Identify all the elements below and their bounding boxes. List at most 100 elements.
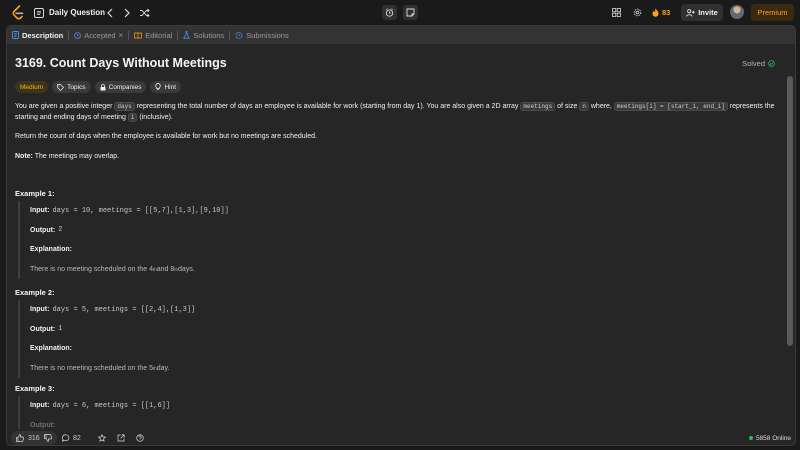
comments-button[interactable]: 82 bbox=[62, 431, 81, 445]
example-input: Input: days = 5, meetings = [[2,4],[1,3]… bbox=[30, 300, 778, 320]
example-explanation-text: There is no meeting scheduled on the 5th… bbox=[30, 359, 778, 379]
close-icon[interactable]: × bbox=[119, 31, 124, 40]
text: representing the total number of days an… bbox=[134, 103, 521, 110]
shuffle-icon[interactable] bbox=[139, 4, 150, 21]
panel-tabs: Description Accepted × Editorial Solutio… bbox=[7, 26, 795, 44]
settings-gear-icon[interactable] bbox=[633, 4, 642, 21]
daily-question-label: Daily Question bbox=[49, 8, 106, 17]
tab-accepted[interactable]: Accepted × bbox=[69, 26, 128, 44]
scrollbar-thumb[interactable] bbox=[787, 76, 793, 346]
example-input: Input: days = 10, meetings = [[5,7],[1,3… bbox=[30, 201, 778, 221]
note-label: Note: bbox=[15, 153, 33, 160]
input-label: Input: bbox=[30, 306, 50, 314]
example-output: Output: 2 bbox=[30, 221, 778, 241]
thumbs-up-icon[interactable] bbox=[16, 434, 24, 442]
bottom-bar: 316 82 5858 Online bbox=[7, 429, 795, 445]
text: days. bbox=[178, 265, 195, 273]
example-2-title: Example 2: bbox=[15, 288, 55, 297]
input-value: days = 10, meetings = [[5,7],[1,3],[9,10… bbox=[52, 206, 229, 215]
example-3-title: Example 3: bbox=[15, 384, 55, 393]
lock-icon bbox=[100, 83, 106, 90]
online-count: 5858 Online bbox=[755, 434, 791, 442]
inline-code: n bbox=[579, 102, 589, 111]
help-icon[interactable] bbox=[136, 431, 144, 445]
timer-icon[interactable] bbox=[382, 5, 397, 20]
explanation-label: Explanation: bbox=[30, 345, 73, 353]
problem-list-icon[interactable] bbox=[34, 4, 44, 21]
input-label: Input: bbox=[30, 207, 50, 215]
example-3-block: Input: days = 6, meetings = [[1,6]] Outp… bbox=[18, 396, 778, 429]
lightbulb-icon bbox=[155, 83, 162, 90]
online-dot-icon bbox=[748, 436, 753, 440]
output-value: 2 bbox=[58, 226, 63, 235]
vote-group: 316 bbox=[11, 431, 57, 445]
difficulty-badge: Medium bbox=[15, 81, 49, 93]
leetcode-logo-icon[interactable] bbox=[11, 5, 25, 21]
tag-icon bbox=[57, 83, 65, 91]
invite-label: Invite bbox=[698, 8, 718, 17]
problem-tags: Medium Topics Companies Hint bbox=[15, 81, 182, 93]
hint-tag[interactable]: Hint bbox=[150, 81, 182, 93]
note-paragraph: Note: The meetings may overlap. bbox=[15, 151, 785, 162]
note-text: The meetings may overlap. bbox=[32, 153, 120, 160]
inline-code: meetings bbox=[520, 102, 556, 111]
text: (inclusive). bbox=[137, 114, 173, 121]
top-bar: Daily Question 83 Invite Premium bbox=[0, 0, 800, 25]
difficulty-label: Medium bbox=[20, 83, 44, 91]
example-2-block: Input: days = 5, meetings = [[2,4],[1,3]… bbox=[18, 300, 778, 378]
text: where, bbox=[588, 103, 614, 110]
layout-icon[interactable] bbox=[612, 4, 621, 21]
text: and 8 bbox=[156, 265, 175, 273]
example-input: Input: days = 6, meetings = [[1,6]] bbox=[30, 396, 778, 416]
avatar[interactable] bbox=[730, 5, 744, 19]
next-problem-icon[interactable] bbox=[123, 4, 131, 21]
check-circle-icon bbox=[768, 60, 775, 67]
streak-count: 83 bbox=[662, 8, 671, 17]
example-output: Output: 1 bbox=[30, 320, 778, 340]
share-icon[interactable] bbox=[117, 431, 125, 445]
tab-label: Editorial bbox=[145, 30, 173, 40]
problem-title: 3169. Count Days Without Meetings bbox=[15, 56, 227, 70]
description-panel: Description Accepted × Editorial Solutio… bbox=[6, 25, 796, 446]
add-user-icon bbox=[686, 8, 695, 17]
input-label: Input: bbox=[30, 402, 50, 410]
text: day. bbox=[156, 364, 170, 372]
comment-count: 82 bbox=[73, 434, 81, 442]
text: There is no meeting scheduled on the 4 bbox=[30, 265, 153, 273]
streak-counter[interactable]: 83 bbox=[652, 4, 670, 21]
premium-label: Premium bbox=[757, 8, 788, 17]
explanation-label: Explanation: bbox=[30, 246, 73, 254]
tab-editorial[interactable]: Editorial bbox=[129, 26, 177, 44]
example-1-block: Input: days = 10, meetings = [[5,7],[1,3… bbox=[18, 201, 778, 279]
favorite-star-icon[interactable] bbox=[98, 431, 106, 445]
notes-icon[interactable] bbox=[403, 5, 418, 20]
comment-icon bbox=[62, 434, 70, 442]
output-label: Output: bbox=[30, 421, 56, 429]
prev-problem-icon[interactable] bbox=[106, 4, 114, 21]
premium-button[interactable]: Premium bbox=[751, 4, 794, 21]
topics-tag[interactable]: Topics bbox=[52, 81, 91, 93]
solved-status: Solved bbox=[742, 59, 775, 68]
scrollbar[interactable] bbox=[787, 46, 793, 426]
tab-description[interactable]: Description bbox=[7, 26, 68, 44]
book-icon bbox=[134, 32, 143, 39]
example-explanation-label: Explanation: bbox=[30, 240, 778, 260]
example-explanation-label: Explanation: bbox=[30, 339, 778, 359]
tab-solutions[interactable]: Solutions bbox=[178, 26, 229, 44]
like-count: 316 bbox=[28, 434, 40, 442]
text: There is no meeting scheduled on the 5 bbox=[30, 364, 153, 372]
problem-content: 3169. Count Days Without Meetings Solved… bbox=[7, 44, 785, 429]
tab-label: Description bbox=[22, 30, 64, 40]
thumbs-down-icon[interactable] bbox=[43, 434, 52, 442]
tag-label: Hint bbox=[164, 83, 177, 91]
invite-button[interactable]: Invite bbox=[681, 4, 723, 21]
description-paragraph-1: You are given a positive integer days re… bbox=[15, 101, 785, 123]
text: of size bbox=[555, 103, 580, 110]
daily-question-link[interactable]: Daily Question bbox=[49, 4, 105, 21]
tab-submissions[interactable]: Submissions bbox=[230, 26, 294, 44]
tab-label: Solutions bbox=[193, 30, 225, 40]
companies-tag[interactable]: Companies bbox=[94, 81, 147, 93]
output-label: Output: bbox=[30, 325, 56, 333]
inline-code: meetings[i] = [start_i, end_i] bbox=[613, 102, 728, 111]
tab-label: Submissions bbox=[246, 30, 289, 40]
